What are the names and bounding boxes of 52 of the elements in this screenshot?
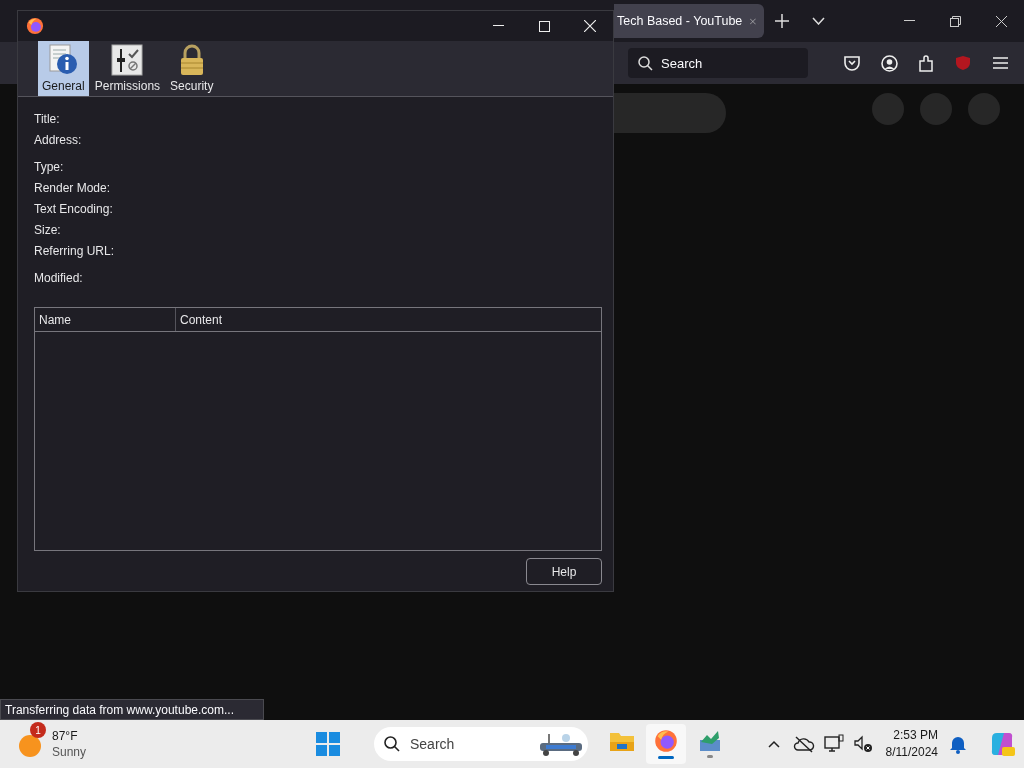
tab[interactable]: General	[38, 41, 89, 96]
puzzle-icon	[918, 54, 934, 72]
field-label: Size:	[34, 222, 62, 239]
skeleton-circle	[920, 93, 952, 125]
search-icon	[384, 736, 400, 752]
bell-icon[interactable]	[948, 734, 968, 754]
skeleton-circle	[968, 93, 1000, 125]
restore-icon	[949, 15, 961, 27]
close-icon	[995, 15, 1007, 27]
field-label: Title:	[34, 111, 61, 128]
skeleton-circle	[872, 93, 904, 125]
sun-icon	[18, 734, 42, 758]
chevron-down-icon	[811, 17, 825, 25]
pocket-icon	[844, 55, 860, 71]
close-icon	[584, 20, 596, 32]
field-label: Modified:	[34, 270, 84, 287]
status-text: Transferring data from www.youtube.com...	[0, 699, 264, 720]
chart-app-icon	[698, 730, 722, 752]
search-field[interactable]: Search	[374, 727, 588, 761]
field-label: Render Mode:	[34, 180, 112, 197]
plus-icon	[775, 14, 789, 28]
close-icon[interactable]	[750, 16, 756, 26]
search-field[interactable]: Search	[628, 48, 808, 78]
temperature: 87°F	[52, 728, 79, 744]
windows-logo-icon	[316, 732, 340, 756]
account-icon	[880, 54, 898, 72]
maximize-icon	[538, 20, 550, 32]
tab[interactable]: Security	[166, 41, 218, 96]
taskbar-app[interactable]	[646, 724, 686, 764]
weather-condition: Sunny	[52, 744, 87, 760]
notification-badge: 1	[30, 722, 46, 738]
tab[interactable]: Permissions	[90, 41, 165, 96]
minimize-icon	[903, 20, 915, 22]
column-header[interactable]: Name	[35, 308, 176, 331]
minimize-icon	[492, 25, 504, 27]
padlock-icon	[178, 44, 205, 76]
clock[interactable]: 2:53 PM 8/11/2024	[885, 727, 938, 761]
shield-icon	[955, 55, 971, 71]
search-icon	[638, 55, 653, 71]
field-label: Referring URL:	[34, 243, 116, 260]
menu-icon	[992, 57, 1008, 69]
column-header[interactable]: Content	[176, 308, 223, 331]
field-label: Type:	[34, 159, 65, 176]
browser-tab[interactable]: Tech Based - YouTube	[614, 4, 764, 38]
field-label: Address:	[34, 132, 83, 149]
firefox-icon	[26, 17, 44, 35]
firefox-icon	[654, 729, 678, 753]
help-button[interactable]: Help	[526, 558, 602, 585]
folder-icon	[609, 730, 635, 752]
search-highlight-drawing	[538, 731, 584, 757]
permissions-icon	[111, 44, 144, 76]
field-label: Text Encoding:	[34, 201, 114, 218]
